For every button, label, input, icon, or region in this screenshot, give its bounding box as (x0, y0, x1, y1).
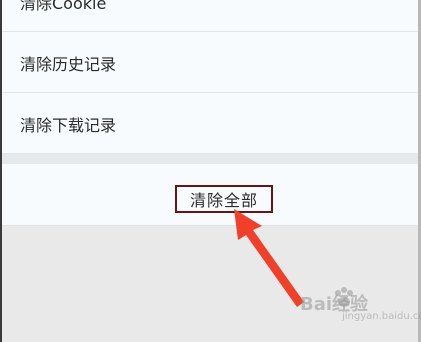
watermark-url: jingyan.baidu.com (342, 311, 421, 322)
screen: 清除Cookie 清除历史记录 清除下载记录 清除全部 Bai经验 jingya… (0, 0, 421, 342)
watermark: Bai经验 jingyan.baidu.com (300, 285, 421, 325)
